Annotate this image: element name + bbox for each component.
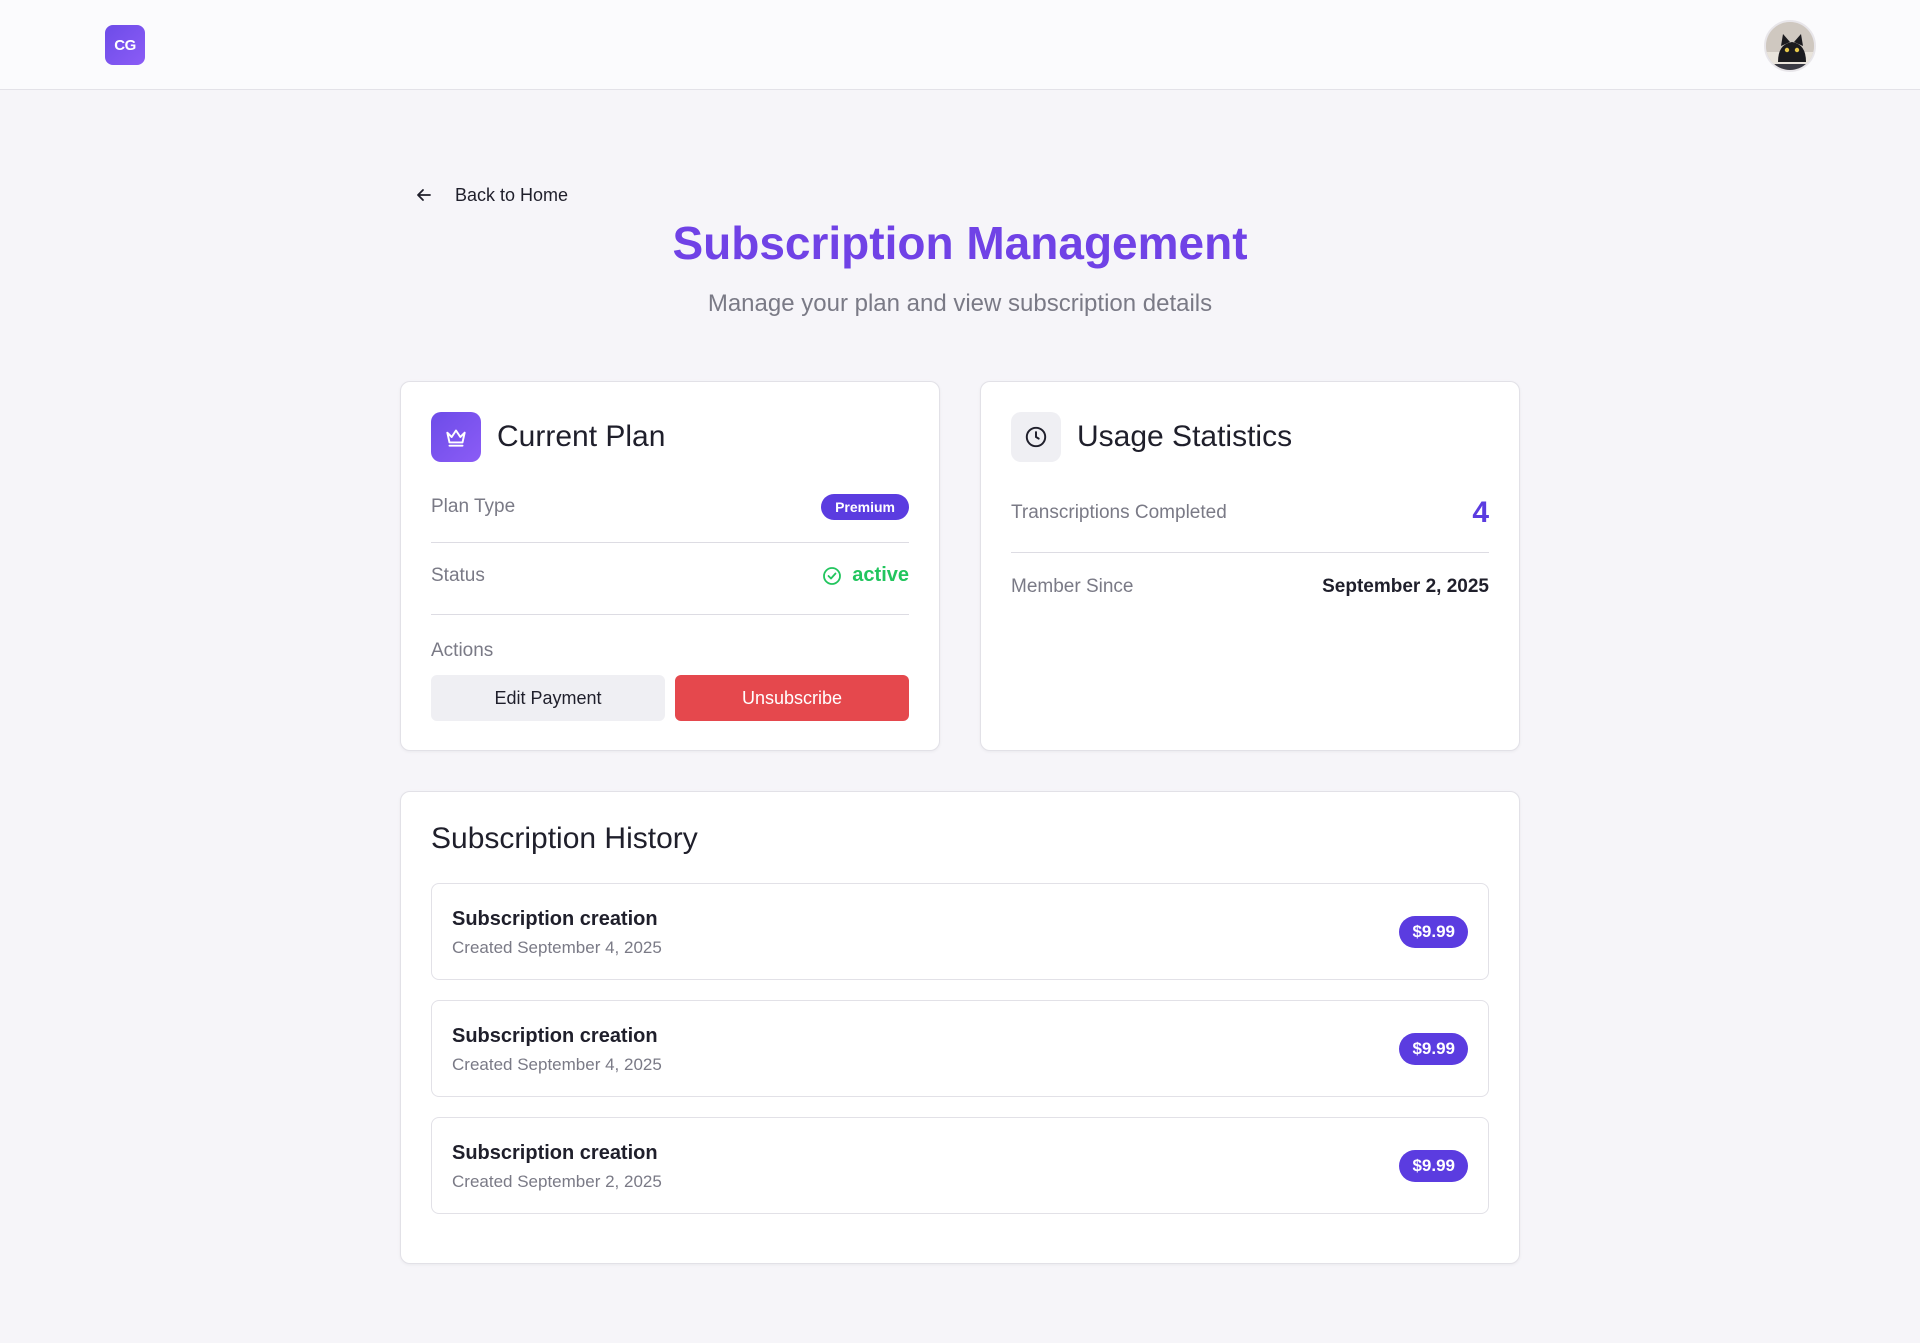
history-item-price: $9.99 bbox=[1399, 1150, 1468, 1182]
history-item-title: Subscription creation bbox=[452, 1142, 658, 1164]
history-item: Subscription creation Created September … bbox=[431, 1117, 1489, 1214]
clock-icon bbox=[1011, 412, 1061, 462]
history-item-price: $9.99 bbox=[1399, 916, 1468, 948]
status-value: active bbox=[852, 564, 909, 586]
plan-type-badge: Premium bbox=[821, 494, 909, 520]
usage-statistics-header: Usage Statistics bbox=[1011, 412, 1292, 462]
history-item-title: Subscription creation bbox=[452, 908, 658, 930]
page-subtitle: Manage your plan and view subscription d… bbox=[707, 290, 1213, 317]
check-circle-icon bbox=[823, 566, 842, 585]
history-item-date: Created September 2, 2025 bbox=[452, 1172, 662, 1191]
usage-statistics-title: Usage Statistics bbox=[1077, 420, 1293, 453]
history-item-price: $9.99 bbox=[1399, 1033, 1468, 1065]
member-since-label: Member Since bbox=[1011, 576, 1134, 597]
current-plan-card: Current Plan Plan Type Premium Status ac… bbox=[400, 381, 940, 751]
divider bbox=[431, 542, 909, 543]
usage-statistics-card: Usage Statistics Transcriptions Complete… bbox=[980, 381, 1520, 751]
history-item-title: Subscription creation bbox=[452, 1025, 658, 1047]
current-plan-header: Current Plan bbox=[431, 412, 665, 462]
back-to-home-link[interactable]: Back to Home bbox=[415, 180, 568, 210]
edit-payment-button[interactable]: Edit Payment bbox=[431, 675, 665, 721]
subscription-history-title: Subscription History bbox=[431, 822, 698, 855]
member-since-value: September 2, 2025 bbox=[1322, 576, 1489, 597]
transcriptions-row: Transcriptions Completed 4 bbox=[1011, 496, 1489, 530]
unsubscribe-button[interactable]: Unsubscribe bbox=[675, 675, 909, 721]
transcriptions-label: Transcriptions Completed bbox=[1011, 502, 1227, 523]
plan-type-label: Plan Type bbox=[431, 496, 516, 517]
member-since-row: Member Since September 2, 2025 bbox=[1011, 576, 1489, 598]
divider bbox=[1011, 552, 1489, 553]
history-item-date: Created September 4, 2025 bbox=[452, 1055, 662, 1074]
history-item-date: Created September 4, 2025 bbox=[452, 938, 662, 957]
status-label: Status bbox=[431, 564, 485, 586]
avatar-cat-image bbox=[1766, 22, 1814, 70]
history-item: Subscription creation Created September … bbox=[431, 1000, 1489, 1097]
page-title: Subscription Management bbox=[672, 217, 1248, 269]
status-value-group: active bbox=[822, 564, 909, 587]
divider bbox=[431, 614, 909, 615]
plan-type-row: Plan Type Premium bbox=[431, 494, 909, 520]
crown-icon bbox=[431, 412, 481, 462]
app-logo[interactable]: CG bbox=[105, 25, 145, 65]
back-link-label: Back to Home bbox=[455, 184, 569, 205]
current-plan-title: Current Plan bbox=[497, 420, 666, 453]
status-row: Status active bbox=[431, 564, 909, 587]
subscription-history-card: Subscription History Subscription creati… bbox=[400, 791, 1520, 1264]
arrow-left-icon bbox=[417, 189, 431, 201]
history-item: Subscription creation Created September … bbox=[431, 883, 1489, 980]
top-nav-bar: CG bbox=[0, 0, 1920, 90]
actions-row: Actions bbox=[431, 640, 909, 662]
actions-label: Actions bbox=[431, 640, 494, 661]
user-avatar[interactable] bbox=[1764, 20, 1816, 72]
transcriptions-count: 4 bbox=[1472, 496, 1489, 529]
